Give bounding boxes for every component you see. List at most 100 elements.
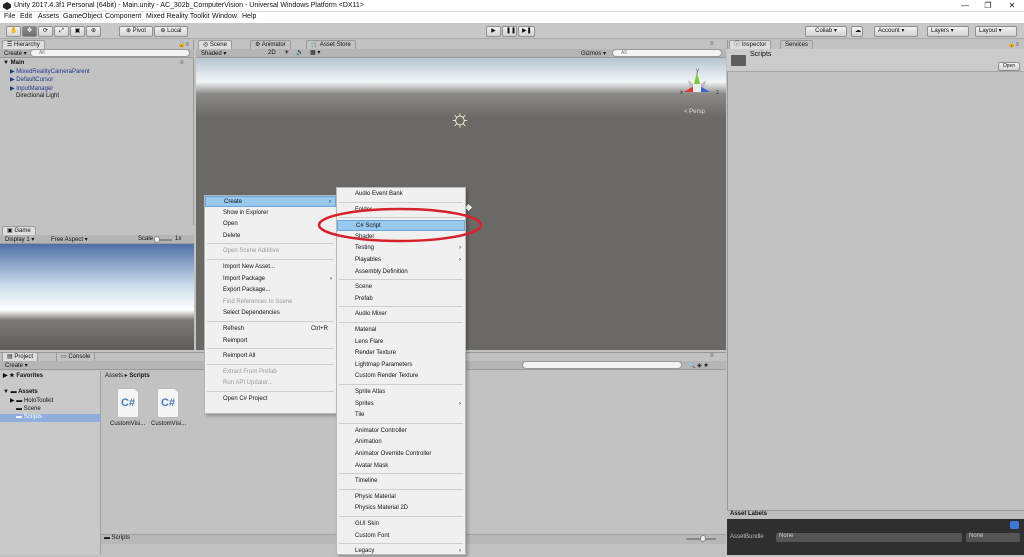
pause-button[interactable]: ❚❚ bbox=[502, 26, 517, 37]
hierarchy-item[interactable]: Directional Light bbox=[16, 93, 59, 99]
inspector-menu-icon[interactable]: 🔒≡ bbox=[1008, 41, 1019, 48]
create-item-sprites[interactable]: Sprites › bbox=[337, 399, 465, 410]
create-item-timeline[interactable]: Timeline bbox=[337, 476, 465, 487]
menu-assets[interactable]: Assets bbox=[38, 13, 59, 20]
create-item-audio-mixer[interactable]: Audio Mixer bbox=[337, 309, 465, 320]
shading-mode-dropdown[interactable]: Shaded ▾ bbox=[201, 50, 226, 57]
create-item-material[interactable]: Material bbox=[337, 325, 465, 336]
hierarchy-search-input[interactable]: All bbox=[30, 49, 190, 57]
asset-bundle-dropdown[interactable]: None bbox=[776, 533, 962, 542]
hierarchy-item[interactable]: ▶ DefaultCursor bbox=[10, 76, 53, 83]
assets-node[interactable]: ▼ ▬ Assets bbox=[3, 389, 38, 395]
tab-asset-store[interactable]: 🛒 Asset Store bbox=[306, 40, 356, 49]
step-button[interactable]: ▶❚ bbox=[518, 26, 535, 37]
perspective-label[interactable]: < Persp bbox=[684, 109, 705, 115]
project-search-input[interactable] bbox=[522, 361, 682, 369]
create-item-lightmap-parameters[interactable]: Lightmap Parameters bbox=[337, 360, 465, 371]
audio-toggle-icon[interactable]: 🔈 bbox=[296, 49, 303, 56]
create-item-lens-flare[interactable]: Lens Flare bbox=[337, 337, 465, 348]
csharp-file-icon[interactable]: C# bbox=[117, 388, 139, 418]
display-dropdown[interactable]: Display 1 ▾ bbox=[5, 236, 34, 243]
hierarchy-item[interactable]: ▶ MixedRealityCameraParent bbox=[10, 68, 90, 75]
scene-root[interactable]: ▼ Main bbox=[3, 60, 24, 66]
menu-file[interactable]: File bbox=[4, 13, 15, 20]
create-item-playables[interactable]: Playables › bbox=[337, 255, 465, 266]
ctx-item-import-new-asset[interactable]: Import New Asset... bbox=[205, 262, 336, 273]
ctx-item-export-package[interactable]: Export Package... bbox=[205, 285, 336, 296]
create-item-custom-font[interactable]: Custom Font bbox=[337, 531, 465, 542]
ctx-item-import-package[interactable]: Import Package › bbox=[205, 274, 336, 285]
create-item-render-texture[interactable]: Render Texture bbox=[337, 348, 465, 359]
create-item-animator-controller[interactable]: Animator Controller bbox=[337, 426, 465, 437]
gizmos-dropdown[interactable]: Gizmos ▾ bbox=[581, 50, 606, 57]
ctx-item-reimport-all[interactable]: Reimport All bbox=[205, 351, 336, 362]
ctx-item-open-c-project[interactable]: Open C# Project bbox=[205, 394, 336, 405]
tab-hierarchy[interactable]: ☰ Hierarchy bbox=[2, 40, 45, 49]
menu-component[interactable]: Component bbox=[105, 13, 141, 20]
tab-project[interactable]: ▤ Project bbox=[2, 352, 39, 361]
scale-tool-icon[interactable]: ⤢ bbox=[54, 26, 69, 37]
create-item-scene[interactable]: Scene bbox=[337, 282, 465, 293]
csharp-file-icon[interactable]: C# bbox=[157, 388, 179, 418]
create-item-physics-material-2d[interactable]: Physics Material 2D bbox=[337, 503, 465, 514]
create-item-physic-material[interactable]: Physic Material bbox=[337, 492, 465, 503]
create-item-custom-render-texture[interactable]: Custom Render Texture bbox=[337, 371, 465, 382]
tab-scene[interactable]: ◎ Scene bbox=[198, 40, 232, 49]
tab-inspector[interactable]: ⓘ Inspector bbox=[729, 40, 772, 49]
move-tool-icon[interactable]: ✥ bbox=[22, 26, 37, 37]
folder-holotoolkit[interactable]: ▶ ▬ HoloToolkit bbox=[10, 397, 53, 404]
create-item-animator-override-controller[interactable]: Animator Override Controller bbox=[337, 449, 465, 460]
panel-menu-icon[interactable]: 🔒≡ bbox=[178, 41, 189, 48]
create-item-sprite-atlas[interactable]: Sprite Atlas bbox=[337, 387, 465, 398]
menu-mixed-reality-toolkit[interactable]: Mixed Reality Toolkit bbox=[146, 13, 210, 20]
create-item-prefab[interactable]: Prefab bbox=[337, 294, 465, 305]
menu-edit[interactable]: Edit bbox=[20, 13, 32, 20]
directional-light-icon[interactable]: ☼ bbox=[446, 105, 474, 133]
scene-gizmo[interactable] bbox=[676, 70, 718, 104]
project-create-button[interactable]: Create ▾ bbox=[5, 362, 28, 369]
account-dropdown[interactable]: Account ▾ bbox=[874, 26, 918, 37]
hierarchy-item[interactable]: ▶ InputManager bbox=[10, 85, 53, 92]
breadcrumb-assets[interactable]: Assets bbox=[105, 373, 123, 379]
layers-dropdown[interactable]: Layers ▾ bbox=[927, 26, 969, 37]
scene-search-input[interactable]: All bbox=[612, 49, 722, 57]
maximize-button[interactable]: ❐ bbox=[981, 1, 995, 11]
hierarchy-create-button[interactable]: Create ▾ bbox=[4, 50, 27, 57]
project-filter-icons[interactable]: 🔍 ◈ ★ bbox=[688, 362, 709, 369]
folder-scene[interactable]: ▬ Scene bbox=[16, 406, 41, 412]
lighting-toggle-icon[interactable]: ☀ bbox=[284, 49, 289, 56]
create-item-assembly-definition[interactable]: Assembly Definition bbox=[337, 267, 465, 278]
create-item-legacy[interactable]: Legacy › bbox=[337, 546, 465, 557]
scene-menu-icon[interactable]: ≡ bbox=[180, 60, 184, 66]
ctx-item-select-dependencies[interactable]: Select Dependencies bbox=[205, 308, 336, 319]
favorites-node[interactable]: ▶ ★ Favorites bbox=[3, 372, 43, 379]
create-item-testing[interactable]: Testing › bbox=[337, 243, 465, 254]
create-item-audio-event-bank[interactable]: Audio Event Bank bbox=[337, 189, 465, 200]
minimize-button[interactable]: — bbox=[958, 1, 972, 11]
hand-tool-icon[interactable]: ✋ bbox=[6, 26, 21, 37]
2d-toggle[interactable]: 2D bbox=[268, 50, 276, 56]
asset-bundle-variant-dropdown[interactable]: None bbox=[966, 533, 1020, 542]
ctx-item-reimport[interactable]: Reimport bbox=[205, 336, 336, 347]
menu-help[interactable]: Help bbox=[242, 13, 256, 20]
create-item-tile[interactable]: Tile bbox=[337, 410, 465, 421]
layout-dropdown[interactable]: Layout ▾ bbox=[975, 26, 1017, 37]
effects-toggle-icon[interactable]: ▦ ▾ bbox=[310, 49, 320, 56]
tab-game[interactable]: ▣ Game bbox=[2, 226, 36, 235]
create-item-gui-skin[interactable]: GUI Skin bbox=[337, 519, 465, 530]
pivot-toggle[interactable]: ⊕ Pivot bbox=[119, 26, 153, 37]
aspect-dropdown[interactable]: Free Aspect ▾ bbox=[51, 236, 88, 243]
rotate-tool-icon[interactable]: ⟳ bbox=[38, 26, 53, 37]
breadcrumb-scripts[interactable]: Scripts bbox=[129, 373, 149, 379]
transform-tool-icon[interactable]: ⊕ bbox=[86, 26, 101, 37]
menu-gameobject[interactable]: GameObject bbox=[63, 13, 102, 20]
menu-window[interactable]: Window bbox=[212, 13, 237, 20]
tab-animator[interactable]: ⚙ Animator bbox=[250, 40, 291, 49]
rect-tool-icon[interactable]: ▣ bbox=[70, 26, 85, 37]
label-tag-icon[interactable] bbox=[1010, 521, 1019, 529]
scene-panel-menu-icon[interactable]: ≡ bbox=[710, 41, 714, 47]
tab-services[interactable]: Services bbox=[780, 40, 814, 49]
play-button[interactable]: ▶ bbox=[486, 26, 501, 37]
collab-button[interactable]: Collab ▾ bbox=[805, 26, 847, 37]
project-panel-menu-icon[interactable]: ≡ bbox=[710, 353, 714, 359]
